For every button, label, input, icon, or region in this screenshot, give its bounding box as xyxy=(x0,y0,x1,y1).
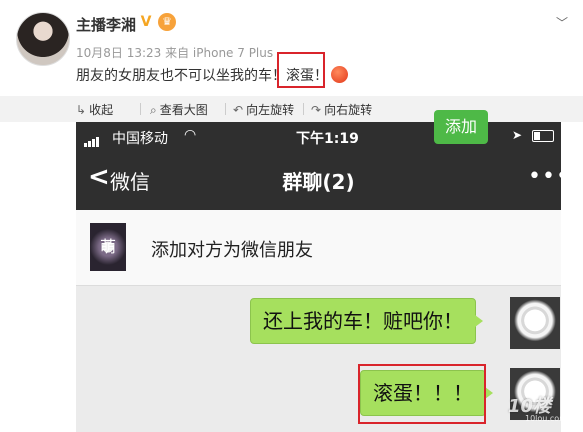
rotate-left-icon: ↶ xyxy=(233,103,244,117)
view-large-label: 查看大图 xyxy=(159,103,208,117)
location-arrow-icon: ➤ xyxy=(512,128,523,142)
rotate-left-label: 向左旋转 xyxy=(246,103,295,117)
chat-title: 群聊(2) xyxy=(282,170,355,194)
post-header: 主播李湘 V ♛ 10月8日 13:23 来自 iPhone 7 Plus 朋友… xyxy=(0,0,583,96)
post-meta: 10月8日 13:23 来自 iPhone 7 Plus xyxy=(76,46,274,60)
add-friend-button[interactable]: 添加 xyxy=(434,110,488,144)
vip-crown-icon[interactable]: ♛ xyxy=(158,13,176,31)
add-friend-banner: 萌 添加对方为微信朋友 xyxy=(76,210,561,286)
friend-avatar: 萌 xyxy=(90,223,126,271)
verified-v-icon: V xyxy=(140,14,152,30)
red-highlight-box xyxy=(358,364,486,424)
rotate-left-button[interactable]: ↶ 向左旋转 xyxy=(233,101,294,118)
collapse-label: 收起 xyxy=(89,103,114,117)
author-name[interactable]: 主播李湘 xyxy=(76,14,136,35)
red-highlight-box xyxy=(277,52,325,88)
rotate-right-icon: ↷ xyxy=(311,103,322,117)
wechat-screenshot[interactable]: 中国移动 ◠ 下午1:19 ➤ < 微信 群聊(2) ••• 萌 添加对方为微信… xyxy=(76,122,561,432)
status-time: 下午1:19 xyxy=(296,131,359,147)
ios-status-bar: 中国移动 ◠ 下午1:19 ➤ xyxy=(76,122,561,150)
magnifier-icon: ⌕ xyxy=(150,103,157,117)
add-friend-text: 添加对方为微信朋友 xyxy=(151,240,313,261)
rotate-right-button[interactable]: ↷ 向右旋转 xyxy=(311,101,372,118)
collapse-button[interactable]: ↳ 收起 xyxy=(76,101,113,118)
toolbar-divider xyxy=(140,103,141,115)
carrier-name: 中国移动 xyxy=(112,131,168,147)
collapse-icon: ↳ xyxy=(76,103,87,117)
image-toolbar: ↳ 收起 ⌕ 查看大图 ↶ 向左旋转 ↷ 向右旋转 xyxy=(0,96,583,122)
sender-avatar[interactable] xyxy=(510,297,560,349)
toolbar-divider xyxy=(225,103,226,115)
wifi-icon: ◠ xyxy=(184,127,197,143)
toolbar-divider xyxy=(303,103,304,115)
author-avatar[interactable] xyxy=(16,12,70,66)
chat-bubble: 还上我的车！赃吧你！ xyxy=(250,298,483,344)
chat-nav-bar: < 微信 群聊(2) ••• xyxy=(76,150,561,210)
rotate-right-label: 向右旋转 xyxy=(324,103,373,117)
battery-icon xyxy=(532,130,554,142)
site-watermark-url: 10lou.com xyxy=(525,414,567,423)
signal-icon xyxy=(84,131,100,147)
angry-face-icon xyxy=(331,66,348,83)
more-dots-icon[interactable]: ••• xyxy=(528,164,561,189)
view-large-button[interactable]: ⌕ 查看大图 xyxy=(150,101,208,118)
chevron-down-icon[interactable]: ﹀ xyxy=(556,14,568,31)
